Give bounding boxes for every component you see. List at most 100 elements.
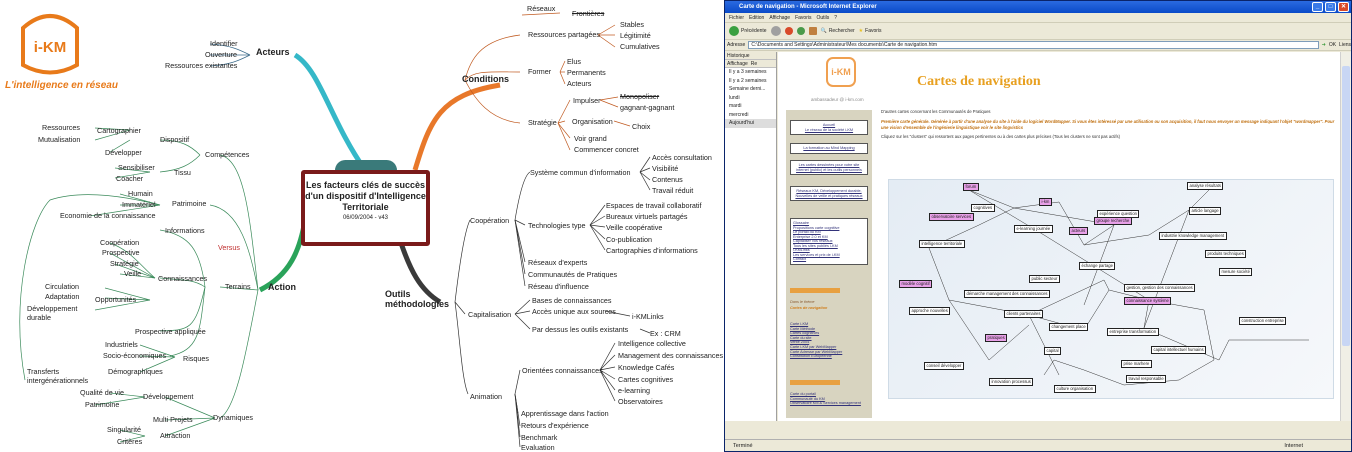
- map-node[interactable]: clients partenaires: [1004, 310, 1043, 318]
- node-informations[interactable]: Informations: [165, 227, 205, 234]
- node-observatoires[interactable]: Observatoires: [618, 398, 663, 405]
- node-ikmlinks[interactable]: i-KMLinks: [632, 313, 664, 320]
- node-organisation[interactable]: Organisation: [572, 118, 613, 125]
- node-elus[interactable]: Elus: [567, 58, 581, 65]
- back-button[interactable]: Précédente: [729, 26, 767, 36]
- node-ressources-existantes[interactable]: Ressources existantes: [165, 62, 237, 69]
- close-button[interactable]: ✕: [1338, 2, 1349, 12]
- map-node[interactable]: pratiques: [985, 334, 1008, 342]
- node-co-publication[interactable]: Co-publication: [606, 236, 652, 243]
- node-dispositif[interactable]: Dispositif: [160, 136, 189, 143]
- node-ressources[interactable]: Ressources: [42, 124, 80, 131]
- node-intelligence-collective[interactable]: Intelligence collective: [618, 340, 686, 347]
- node-capitalisation[interactable]: Capitalisation: [468, 311, 511, 318]
- node-developpement[interactable]: Développement: [143, 393, 193, 400]
- history-view-button[interactable]: Affichage: [727, 60, 748, 67]
- map-node[interactable]: capital: [1044, 347, 1062, 355]
- map-node[interactable]: conseil développer: [924, 362, 964, 370]
- menu-outils[interactable]: Outils: [816, 13, 829, 22]
- map-node[interactable]: modèle cognitif: [899, 280, 933, 288]
- node-cooperation-outils[interactable]: Coopération: [470, 217, 509, 224]
- map-node[interactable]: analyse résultats: [1187, 182, 1224, 190]
- vertical-scrollbar[interactable]: [1340, 52, 1351, 421]
- ie-title-bar[interactable]: Carte de navigation - Microsoft Internet…: [725, 1, 1351, 13]
- map-node[interactable]: culture organisation: [1054, 385, 1096, 393]
- left-box-cartes[interactable]: Les cartes dessinées pour votre site int…: [790, 160, 868, 175]
- map-node[interactable]: produits techniques: [1205, 250, 1247, 258]
- map-node[interactable]: capital intellectuel humains: [1151, 346, 1207, 354]
- node-risques[interactable]: Risques: [183, 355, 209, 362]
- map-node[interactable]: observatoire services: [929, 213, 974, 221]
- map-node[interactable]: démarche management des connaissances: [964, 290, 1051, 298]
- node-gagnant-gagnant[interactable]: gagnant-gagnant: [620, 104, 674, 111]
- go-icon[interactable]: ➜: [1322, 42, 1326, 48]
- node-cooperation[interactable]: Coopération: [100, 239, 139, 246]
- map-node[interactable]: cognitives: [971, 204, 995, 212]
- node-prospective-appliquee[interactable]: Prospective appliquée: [135, 328, 206, 335]
- node-circulation[interactable]: Circulation: [45, 283, 79, 290]
- node-coacher[interactable]: Coacher: [116, 175, 143, 182]
- stop-button[interactable]: [784, 27, 793, 35]
- node-developpement-durable[interactable]: Développement durable: [27, 304, 82, 322]
- node-qualite-de-vie[interactable]: Qualité de vie: [80, 389, 124, 396]
- node-demographiques[interactable]: Démographiques: [108, 368, 163, 375]
- map-node[interactable]: connaissance système: [1124, 297, 1172, 305]
- node-immateriel[interactable]: Immatériel: [122, 201, 156, 208]
- map-node[interactable]: intelligence territoriale: [919, 240, 965, 248]
- node-monopoliser[interactable]: Monopoliser: [620, 93, 659, 100]
- scrollbar-thumb[interactable]: [1342, 66, 1350, 346]
- node-developper[interactable]: Développer: [105, 149, 142, 156]
- central-node[interactable]: Les facteurs clés de succès d'un disposi…: [301, 170, 430, 246]
- node-criteres[interactable]: Critères: [117, 438, 142, 445]
- node-veille-cooperative[interactable]: Veille coopérative: [606, 224, 662, 231]
- history-item[interactable]: lundi: [725, 94, 776, 103]
- page-email[interactable]: ambassadeur @ i-km.com: [811, 97, 864, 102]
- menu-help[interactable]: ?: [834, 13, 837, 22]
- map-node[interactable]: mesure société: [1219, 268, 1253, 276]
- node-singularite[interactable]: Singularité: [107, 426, 141, 433]
- node-permanents[interactable]: Permanents: [567, 69, 606, 76]
- map-node[interactable]: entreprise transformation: [1107, 328, 1159, 336]
- history-search-button[interactable]: Re: [751, 60, 757, 67]
- left-box-accueil[interactable]: Accueil Le réseau de la société i-KM: [790, 120, 868, 135]
- intro-line-1[interactable]: D'autres cartes concernant les Communaut…: [881, 109, 1336, 115]
- node-evaluation[interactable]: Evaluation: [521, 444, 555, 451]
- menu-favoris[interactable]: Favoris: [795, 13, 811, 22]
- node-humain[interactable]: Humain: [128, 190, 153, 197]
- map-node[interactable]: construction entreprise: [1239, 317, 1287, 325]
- node-impulser[interactable]: Impulser: [573, 97, 601, 104]
- node-frontieres[interactable]: Frontières: [572, 10, 604, 17]
- node-management[interactable]: Management des connaissances: [618, 352, 723, 359]
- branch-action[interactable]: Action: [268, 283, 296, 292]
- node-adaptation[interactable]: Adaptation: [45, 293, 79, 300]
- node-cartographier[interactable]: Cartographier: [97, 127, 141, 134]
- home-button[interactable]: [808, 27, 817, 35]
- forward-button[interactable]: [770, 26, 781, 36]
- node-outils-existants[interactable]: Par dessus les outils existants: [532, 326, 628, 333]
- node-legitimite[interactable]: Légitimité: [620, 32, 651, 39]
- node-knowledge-cafes[interactable]: Knowledge Cafés: [618, 364, 674, 371]
- node-visibilite[interactable]: Visibilité: [652, 165, 678, 172]
- map-node[interactable]: travail responsable: [1126, 375, 1167, 383]
- node-acces-unique[interactable]: Accès unique aux sources: [532, 308, 616, 315]
- menu-edition[interactable]: Edition: [749, 13, 764, 22]
- ok-button[interactable]: OK: [1329, 42, 1336, 48]
- left-box-reseaux[interactable]: Réseaux KM, Développement durable, Nouve…: [790, 186, 868, 201]
- node-systeme-commun[interactable]: Système commun d'information: [530, 169, 630, 176]
- node-cartes-cognitives[interactable]: Cartes cognitives: [618, 376, 673, 383]
- node-multi-projets[interactable]: Multi Projets: [153, 416, 193, 423]
- minimize-button[interactable]: _: [1312, 2, 1323, 12]
- left-link[interactable]: Constitution Européenne: [790, 354, 868, 359]
- node-connaissances[interactable]: Connaissances: [158, 275, 207, 282]
- node-reseaux[interactable]: Réseaux: [527, 5, 555, 12]
- menu-fichier[interactable]: Fichier: [729, 13, 744, 22]
- left-link[interactable]: Observatoire KM & Services management: [790, 401, 868, 406]
- node-identifier[interactable]: Identifier: [210, 40, 238, 47]
- map-node[interactable]: acteurs: [1069, 227, 1088, 235]
- history-item[interactable]: mercredi: [725, 111, 776, 120]
- map-node[interactable]: article langage: [1189, 207, 1222, 215]
- node-transferts[interactable]: Transferts intergénérationnels: [27, 367, 97, 385]
- map-node[interactable]: industrie knowledge management: [1159, 232, 1227, 240]
- history-item[interactable]: Il y a 3 semaines: [725, 68, 776, 77]
- node-mutualisation[interactable]: Mutualisation: [38, 136, 80, 143]
